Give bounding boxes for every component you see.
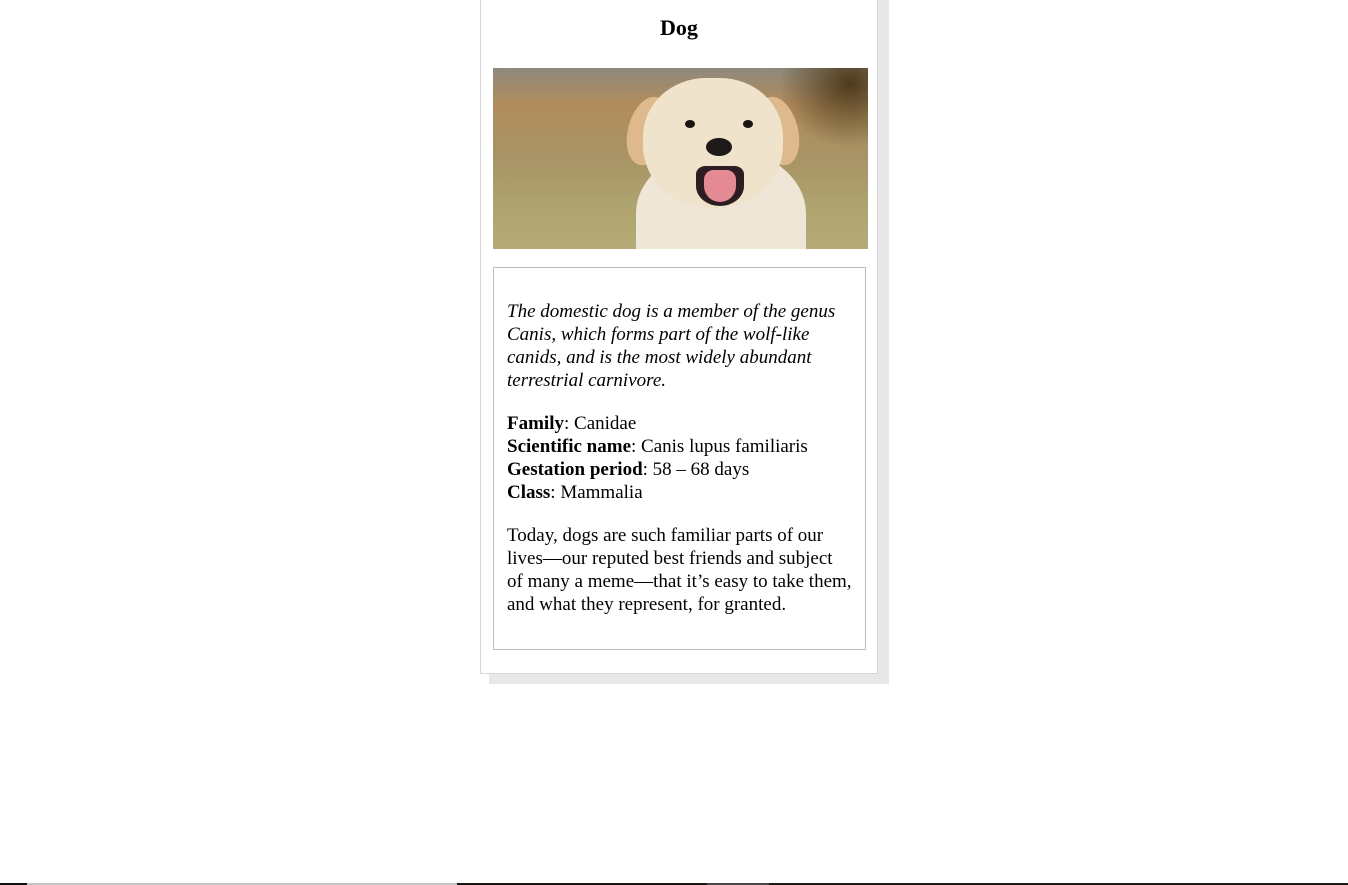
fact-label: Family bbox=[507, 413, 564, 434]
fact-label: Class bbox=[507, 482, 551, 503]
animal-card: Dog The domestic dog is a member of the … bbox=[480, 0, 878, 674]
fact-value: : 58 – 68 days bbox=[642, 459, 750, 480]
outro-text: Today, dogs are such familiar parts of o… bbox=[507, 525, 852, 615]
facts-list: Family: Canidae Scientific name: Canis l… bbox=[507, 412, 852, 504]
fact-value: : Canidae bbox=[564, 413, 637, 434]
fact-label: Scientific name bbox=[507, 436, 632, 457]
intro-text: The domestic dog is a member of the genu… bbox=[507, 301, 836, 391]
dog-image bbox=[493, 68, 868, 249]
card-title: Dog bbox=[660, 15, 698, 40]
fact-value: : Canis lupus familiaris bbox=[631, 436, 808, 457]
fact-label: Gestation period bbox=[507, 459, 643, 480]
fact-value: : Mammalia bbox=[550, 482, 643, 503]
info-box: The domestic dog is a member of the genu… bbox=[493, 267, 866, 650]
